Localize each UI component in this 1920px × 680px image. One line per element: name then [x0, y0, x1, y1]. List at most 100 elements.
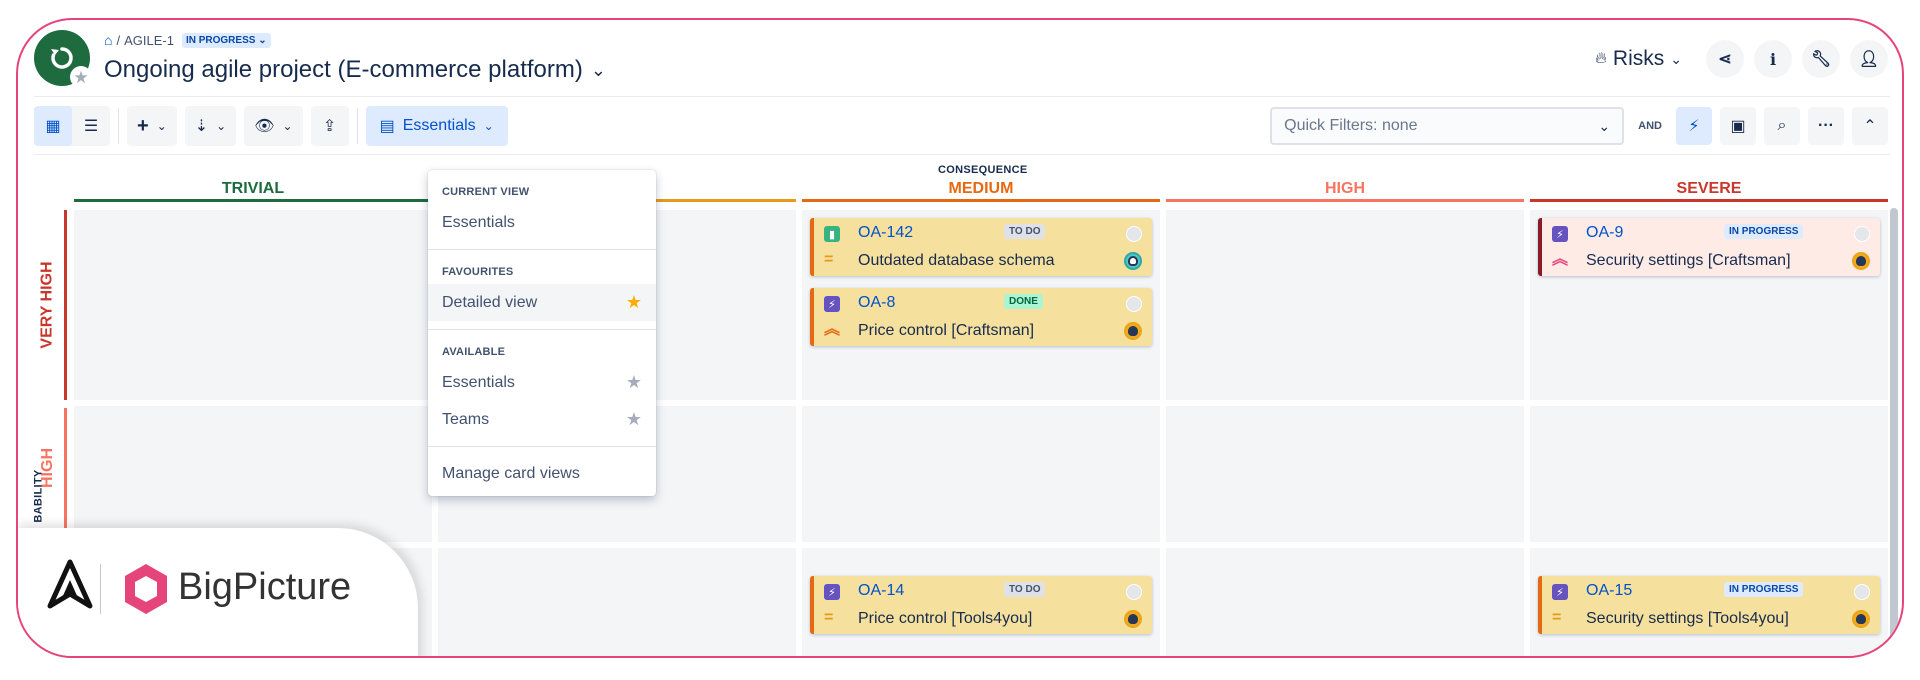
card-summary: Security settings [Tools4you]: [1586, 610, 1789, 627]
visibility-button[interactable]: 👁︎ ⌄: [244, 106, 302, 146]
avatar: [1124, 322, 1142, 340]
page-title[interactable]: Ongoing agile project (E-commerce platfo…: [104, 56, 606, 84]
star-filled-icon[interactable]: ★: [626, 292, 642, 313]
matrix-cell[interactable]: [1166, 548, 1524, 656]
quick-filters-select[interactable]: Quick Filters: none ⌄: [1270, 107, 1625, 145]
eye-icon: 👁︎: [254, 118, 275, 135]
star-icon[interactable]: ★: [626, 372, 642, 393]
module-switcher[interactable]: 🔥︎ Risks ⌄: [1595, 47, 1682, 71]
epic-icon: ⚡︎: [824, 584, 840, 600]
priority-medium-icon: =: [824, 609, 834, 626]
chevron-down-icon: ⌄: [1670, 50, 1682, 67]
y-axis-label: BABILITY: [32, 469, 45, 523]
matrix-cell[interactable]: [74, 406, 432, 542]
share-button[interactable]: ⋖: [1706, 40, 1744, 78]
matrix-cell[interactable]: [74, 210, 432, 400]
add-button[interactable]: + ⌄: [127, 106, 177, 146]
epic-icon: ⚡︎: [824, 296, 840, 312]
breadcrumb-project[interactable]: AGILE-1: [124, 33, 174, 48]
board-view-button[interactable]: ▦: [34, 106, 72, 146]
sort-icon: ⇣: [194, 118, 209, 135]
collapse-button[interactable]: ⌃: [1852, 107, 1888, 145]
status-badge: IN PROGRESS: [1724, 582, 1804, 597]
story-icon: ▮: [824, 226, 840, 242]
matrix-cell[interactable]: [1166, 406, 1524, 542]
dropdown-item-label: Manage card views: [442, 464, 580, 482]
card-key[interactable]: OA-142: [858, 224, 913, 242]
user-button[interactable]: 👤︎: [1850, 40, 1888, 78]
separator: [118, 108, 119, 144]
priority-high-icon: ︽: [824, 321, 841, 338]
dropdown-item-current[interactable]: Essentials: [428, 204, 656, 241]
card-key[interactable]: OA-15: [1586, 582, 1632, 600]
avatar-face: [1128, 614, 1138, 624]
breadcrumb-separator: /: [116, 32, 121, 48]
manage-card-views-link[interactable]: Manage card views: [428, 455, 656, 492]
row-label: VERY HIGH: [39, 261, 57, 349]
status-badge: IN PROGRESS: [1724, 224, 1804, 239]
info-button[interactable]: i: [1754, 40, 1792, 78]
list-icon: ☰: [83, 118, 99, 135]
column-header-medium: MEDIUM: [802, 180, 1160, 202]
risk-card[interactable]: ⚡︎ OA-15 IN PROGRESS = Security settings…: [1538, 576, 1880, 634]
visibility-group: 👁︎ ⌄: [244, 106, 303, 146]
info-icon: i: [1769, 49, 1777, 69]
card-view-select[interactable]: ▤ Essentials ⌄: [365, 106, 508, 146]
card-key[interactable]: OA-9: [1586, 224, 1623, 242]
project-status-badge[interactable]: IN PROGRESS ⌄: [181, 32, 271, 48]
dropdown-section-heading: CURRENT VIEW: [442, 186, 530, 198]
matrix-cell[interactable]: [438, 548, 796, 656]
risk-card[interactable]: ⚡︎ OA-9 IN PROGRESS ︽ Security settings …: [1538, 218, 1880, 276]
user-icon: 👤︎: [1858, 51, 1880, 68]
brand-overlay: BigPicture: [18, 528, 418, 656]
search-button[interactable]: ⌕: [1764, 107, 1800, 145]
wrench-icon: 🔧︎: [1810, 51, 1832, 68]
more-button[interactable]: ···: [1808, 107, 1844, 145]
chevron-down-icon: ⌄: [590, 59, 606, 80]
avatar: [1852, 252, 1870, 270]
list-view-button[interactable]: ☰: [72, 106, 110, 146]
avatar-face: [1128, 256, 1138, 266]
risk-card[interactable]: ⚡︎ OA-14 TO DO = Price control [Tools4yo…: [810, 576, 1152, 634]
more-icon: ···: [1818, 117, 1834, 134]
epic-icon: ⚡︎: [1552, 226, 1568, 242]
matrix-cell[interactable]: [1166, 210, 1524, 400]
risk-card[interactable]: ⚡︎ OA-8 DONE ︽ Price control [Craftsman]: [810, 288, 1152, 346]
assignee-mini-icon: [1126, 584, 1142, 600]
column-header-trivial: TRIVIAL: [74, 180, 432, 202]
dropdown-item-teams[interactable]: Teams ★: [428, 401, 656, 438]
card-view-dropdown: CURRENT VIEW Essentials FAVOURITES Detai…: [428, 170, 656, 496]
chevron-down-icon: ⌄: [156, 119, 167, 133]
dropdown-divider: [428, 329, 656, 330]
card-key[interactable]: OA-8: [858, 294, 895, 312]
module-label: Risks: [1612, 47, 1665, 70]
avatar: [1852, 610, 1870, 628]
and-toggle[interactable]: AND: [1638, 120, 1662, 132]
card-summary: Outdated database schema: [858, 252, 1055, 269]
export-button[interactable]: ⇪: [311, 106, 349, 146]
dropdown-item-label: Essentials: [442, 213, 515, 231]
risk-card[interactable]: ▮ OA-142 TO DO = Outdated database schem…: [810, 218, 1152, 276]
home-icon[interactable]: ⌂: [104, 32, 112, 48]
toolbar: ▦ ☰ + ⌄ ⇣ ⌄ 👁︎ ⌄ ⇪ ▤ Essentials ⌄: [34, 106, 508, 146]
matrix-cell[interactable]: [802, 406, 1160, 542]
avatar: [1124, 610, 1142, 628]
divider: [34, 154, 1890, 155]
dropdown-item-essentials[interactable]: Essentials ★: [428, 364, 656, 401]
star-icon[interactable]: ★: [626, 409, 642, 430]
dropdown-item-detailed-view[interactable]: Detailed view ★: [428, 284, 656, 321]
card-key[interactable]: OA-14: [858, 582, 904, 600]
favourite-star-icon[interactable]: ★: [70, 66, 92, 88]
quick-filters-value: Quick Filters: none: [1284, 117, 1418, 134]
calendar-button[interactable]: ▣: [1720, 107, 1756, 145]
dropdown-divider: [428, 446, 656, 447]
plus-icon: +: [137, 114, 149, 137]
lightning-button[interactable]: ⚡︎: [1676, 107, 1712, 145]
app-frame: ★ ⌂ / AGILE-1 IN PROGRESS ⌄ Ongoing agil…: [16, 18, 1904, 658]
brand-divider: [100, 564, 101, 614]
settings-button[interactable]: 🔧︎: [1802, 40, 1840, 78]
matrix-cell[interactable]: [1530, 406, 1888, 542]
assignee-mini-icon: [1126, 296, 1142, 312]
sort-button[interactable]: ⇣ ⌄: [185, 106, 236, 146]
vertical-scrollbar[interactable]: [1890, 208, 1898, 638]
